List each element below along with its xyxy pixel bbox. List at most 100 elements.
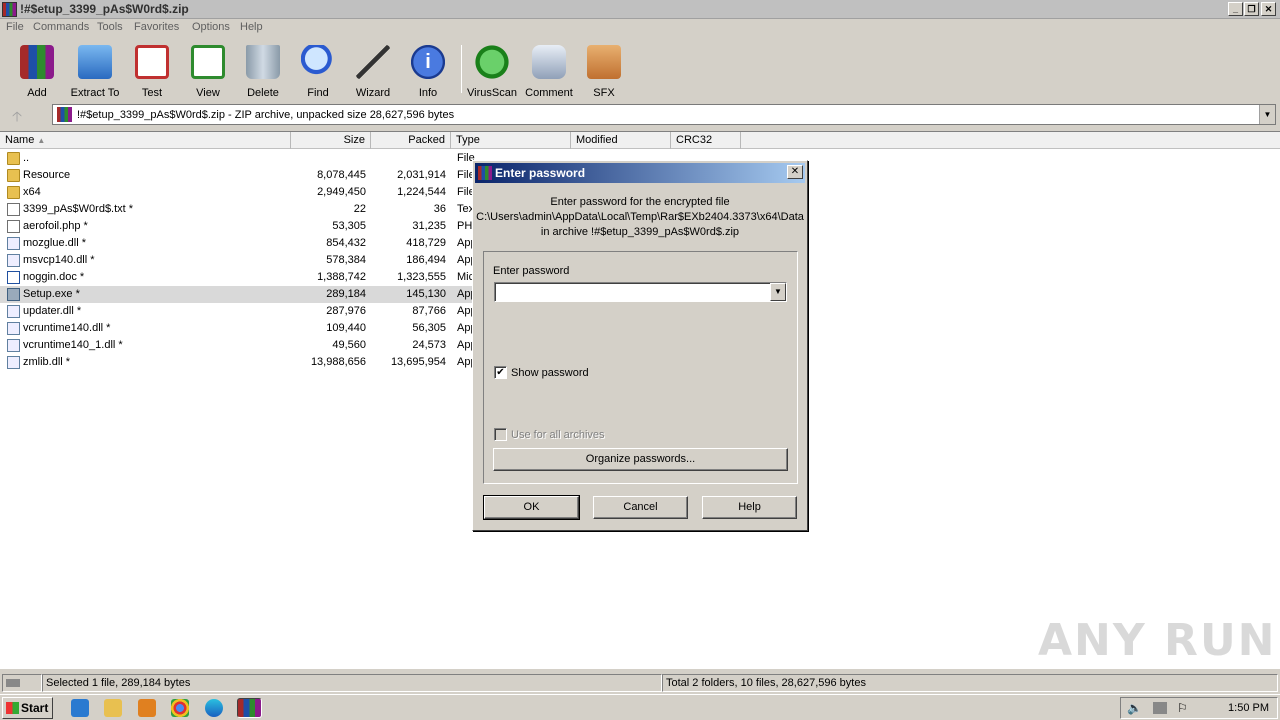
file-row[interactable]: vcruntime140.dll *109,44056,305Applicati…: [0, 320, 480, 337]
virus-scan-icon: [475, 45, 509, 79]
minimize-button[interactable]: _: [1228, 2, 1243, 16]
virusscan-button[interactable]: VirusScan: [463, 45, 521, 99]
close-button[interactable]: ✕: [1261, 2, 1276, 16]
flag-icon[interactable]: ⚐: [1177, 701, 1188, 715]
file-packed: 2,031,914: [397, 169, 446, 181]
address-text: !#$etup_3399_pAs$W0rd$.zip - ZIP archive…: [77, 109, 455, 121]
column-name[interactable]: Name ▲: [0, 132, 291, 149]
file-size: 578,384: [326, 254, 366, 266]
toolbar: Add Extract To Test View Delete Find Wiz…: [0, 37, 1280, 100]
password-group: Enter password ▼ ✔ Show password Use for…: [483, 251, 798, 484]
info-button[interactable]: i Info: [399, 45, 457, 99]
password-history-dropdown[interactable]: ▼: [770, 283, 786, 301]
up-arrow-icon[interactable]: 🡡: [12, 106, 22, 130]
file-row[interactable]: ..File folder: [0, 150, 480, 167]
file-packed: 13,695,954: [390, 356, 446, 368]
sort-ascending-icon: ▲: [37, 136, 46, 145]
extract-to-button[interactable]: Extract To: [66, 45, 124, 99]
exe-file-icon: [7, 288, 20, 301]
start-button[interactable]: Start: [2, 697, 53, 719]
file-row[interactable]: Setup.exe *289,184145,130Application: [0, 286, 480, 303]
organize-passwords-button[interactable]: Organize passwords...: [493, 448, 788, 471]
trash-icon: [246, 45, 280, 79]
file-size: 287,976: [326, 305, 366, 317]
comment-button[interactable]: Comment: [520, 45, 578, 99]
dll-file-icon: [7, 305, 20, 318]
file-name: vcruntime140.dll *: [23, 322, 111, 334]
winrar-taskbar-icon[interactable]: [237, 698, 262, 718]
file-packed: 145,130: [406, 288, 446, 300]
file-row[interactable]: updater.dll *287,97687,766Application ex…: [0, 303, 480, 320]
file-name: zmlib.dll *: [23, 356, 71, 368]
file-size: 1,388,742: [317, 271, 366, 283]
drive-icon: [6, 679, 20, 687]
edge-icon[interactable]: [205, 699, 223, 717]
menu-tools[interactable]: Tools: [97, 21, 123, 33]
file-row[interactable]: mozglue.dll *854,432418,729Application e…: [0, 235, 480, 252]
dll-file-icon: [7, 356, 20, 369]
address-dropdown-button[interactable]: ▼: [1259, 105, 1275, 124]
column-headers: Name ▲ Size Packed Type Modified CRC32: [0, 132, 1280, 149]
use-for-all-archives-checkbox[interactable]: [494, 428, 507, 441]
file-packed: 24,573: [412, 339, 446, 351]
show-password-checkbox[interactable]: ✔: [494, 366, 507, 379]
info-icon: i: [411, 45, 445, 79]
file-name: mozglue.dll *: [23, 237, 86, 249]
menu-commands[interactable]: Commands: [33, 21, 89, 33]
status-bar: Selected 1 file, 289,184 bytes Total 2 f…: [0, 673, 1280, 693]
network-icon[interactable]: [1153, 702, 1167, 714]
wizard-button[interactable]: Wizard: [344, 45, 402, 99]
file-name: aerofoil.php *: [23, 220, 88, 232]
restore-button[interactable]: ❐: [1244, 2, 1259, 16]
volume-icon[interactable]: 🔈: [1127, 701, 1142, 715]
column-packed[interactable]: Packed: [371, 132, 451, 149]
file-row[interactable]: vcruntime140_1.dll *49,56024,573Applicat…: [0, 337, 480, 354]
find-button[interactable]: Find: [289, 45, 347, 99]
wand-icon: [356, 45, 390, 79]
file-rows: ..File folderResource8,078,4452,031,914F…: [0, 150, 480, 390]
title-bar: !#$etup_3399_pAs$W0rd$.zip _ ❐ ✕: [0, 0, 1280, 19]
menu-favorites[interactable]: Favorites: [134, 21, 179, 33]
column-type[interactable]: Type: [451, 132, 571, 149]
file-row[interactable]: zmlib.dll *13,988,65613,695,954Applicati…: [0, 354, 480, 371]
help-button[interactable]: Help: [702, 496, 797, 519]
dialog-close-button[interactable]: ✕: [787, 165, 803, 179]
chrome-icon[interactable]: [171, 699, 189, 717]
menu-file[interactable]: File: [6, 21, 24, 33]
file-packed: 1,224,544: [397, 186, 446, 198]
file-packed: 36: [433, 203, 446, 215]
file-name: msvcp140.dll *: [23, 254, 95, 266]
delete-button[interactable]: Delete: [234, 45, 292, 99]
address-bar[interactable]: !#$etup_3399_pAs$W0rd$.zip - ZIP archive…: [52, 104, 1276, 125]
cancel-button[interactable]: Cancel: [593, 496, 688, 519]
file-row[interactable]: msvcp140.dll *578,384186,494Application …: [0, 252, 480, 269]
file-row[interactable]: x642,949,4501,224,544File folder: [0, 184, 480, 201]
ie-icon[interactable]: [71, 699, 89, 717]
test-button[interactable]: Test: [123, 45, 181, 99]
password-dialog: Enter password ✕ Enter password for the …: [472, 160, 808, 531]
file-name: x64: [23, 186, 41, 198]
file-row[interactable]: noggin.doc *1,388,7421,323,555Microsoft …: [0, 269, 480, 286]
password-input[interactable]: ▼: [494, 282, 787, 302]
menu-options[interactable]: Options: [192, 21, 230, 33]
show-password-label: Show password: [511, 367, 589, 379]
file-size: 2,949,450: [317, 186, 366, 198]
menu-help[interactable]: Help: [240, 21, 263, 33]
drive-icon-box: [2, 674, 42, 692]
add-button[interactable]: Add: [8, 45, 66, 99]
column-size[interactable]: Size: [291, 132, 371, 149]
add-archive-icon: [20, 45, 54, 79]
explorer-icon[interactable]: [104, 699, 122, 717]
column-modified[interactable]: Modified: [571, 132, 671, 149]
file-row[interactable]: Resource8,078,4452,031,914File folder: [0, 167, 480, 184]
file-row[interactable]: 3399_pAs$W0rd$.txt *2236Text Document: [0, 201, 480, 218]
file-row[interactable]: aerofoil.php *53,30531,235PHP File: [0, 218, 480, 235]
dialog-title: Enter password: [495, 166, 586, 180]
menu-bar: File Commands Tools Favorites Options He…: [0, 19, 1280, 37]
sfx-button[interactable]: SFX: [575, 45, 633, 99]
view-button[interactable]: View: [179, 45, 237, 99]
ok-button[interactable]: OK: [483, 495, 580, 520]
file-size: 289,184: [326, 288, 366, 300]
media-player-icon[interactable]: [138, 699, 156, 717]
column-crc32[interactable]: CRC32: [671, 132, 741, 149]
